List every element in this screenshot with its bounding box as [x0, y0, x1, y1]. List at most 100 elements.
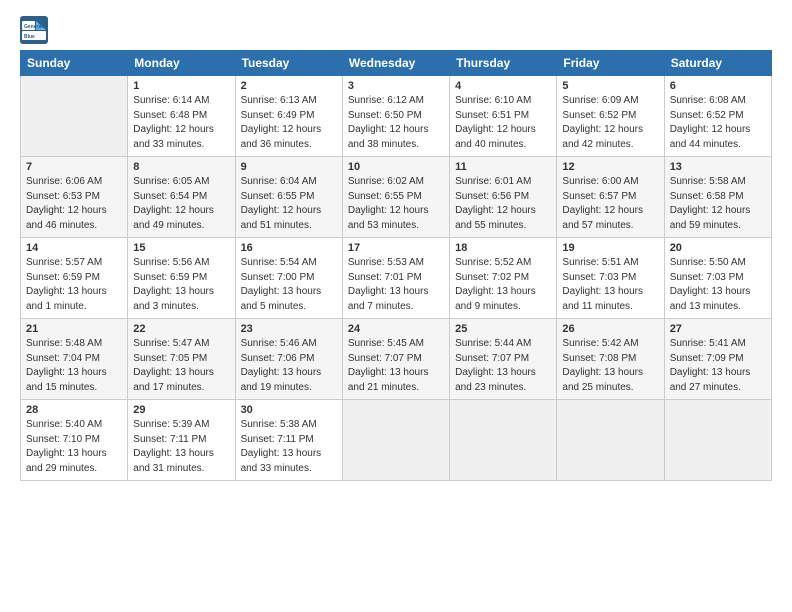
cell-info: Sunrise: 5:38 AM Sunset: 7:11 PM Dayligh… [241, 418, 337, 476]
day-number: 21 [26, 323, 122, 335]
cell-info: Sunrise: 5:52 AM Sunset: 7:02 PM Dayligh… [455, 256, 551, 314]
table-row: 27Sunrise: 5:41 AM Sunset: 7:09 PM Dayli… [664, 319, 771, 400]
day-number: 5 [562, 80, 658, 92]
cell-info: Sunrise: 6:08 AM Sunset: 6:52 PM Dayligh… [670, 94, 766, 152]
day-number: 19 [562, 242, 658, 254]
cell-info: Sunrise: 5:54 AM Sunset: 7:00 PM Dayligh… [241, 256, 337, 314]
cell-info: Sunrise: 5:51 AM Sunset: 7:03 PM Dayligh… [562, 256, 658, 314]
week-row: 21 Sunrise: 5:48 AM Sunset: 7:04 PM Dayli… [21, 319, 772, 400]
cell-info: Sunrise: 5:46 AM Sunset: 7:06 PM Dayligh… [241, 337, 337, 395]
table-row: 20 Sunrise: 5:50 AM Sunset: 7:03 PM Dayli… [664, 238, 771, 319]
cell-info: Sunrise: 5:45 AM Sunset: 7:07 PM Dayligh… [348, 337, 444, 395]
cell-info: Sunrise: 6:09 AM Sunset: 6:52 PM Dayligh… [562, 94, 658, 152]
table-row: 6 Sunrise: 6:08 AM Sunset: 6:52 PM Daylig… [664, 76, 771, 157]
col-header-monday: Monday [128, 51, 235, 76]
day-number: 28 [26, 404, 122, 416]
table-row: 23 Sunrise: 5:46 AM Sunset: 7:06 PM Dayli… [235, 319, 342, 400]
cell-info: Sunrise: 6:02 AM Sunset: 6:55 PM Dayligh… [348, 175, 444, 233]
day-number: 27 [670, 323, 766, 335]
page: General Blue SundayMondayTuesdayWednesda… [0, 0, 792, 491]
week-row: 7 Sunrise: 6:06 AM Sunset: 6:53 PM Daylig… [21, 157, 772, 238]
logo-icon: General Blue [20, 16, 48, 44]
table-row: 24 Sunrise: 5:45 AM Sunset: 7:07 PM Dayli… [342, 319, 449, 400]
day-number: 3 [348, 80, 444, 92]
week-row: 1 Sunrise: 6:14 AM Sunset: 6:48 PM Daylig… [21, 76, 772, 157]
day-number: 12 [562, 161, 658, 173]
col-header-tuesday: Tuesday [235, 51, 342, 76]
table-row: 9Sunrise: 6:04 AM Sunset: 6:55 PM Daylig… [235, 157, 342, 238]
cell-info: Sunrise: 5:56 AM Sunset: 6:59 PM Dayligh… [133, 256, 229, 314]
table-row: 13Sunrise: 5:58 AM Sunset: 6:58 PM Dayli… [664, 157, 771, 238]
cell-info: Sunrise: 6:01 AM Sunset: 6:56 PM Dayligh… [455, 175, 551, 233]
col-header-friday: Friday [557, 51, 664, 76]
day-number: 14 [26, 242, 122, 254]
table-row: 4 Sunrise: 6:10 AM Sunset: 6:51 PM Daylig… [450, 76, 557, 157]
table-row: 11Sunrise: 6:01 AM Sunset: 6:56 PM Dayli… [450, 157, 557, 238]
day-number: 26 [562, 323, 658, 335]
col-header-thursday: Thursday [450, 51, 557, 76]
day-number: 10 [348, 161, 444, 173]
day-number: 22 [133, 323, 229, 335]
header: General Blue [20, 16, 772, 44]
day-number: 1 [133, 80, 229, 92]
cell-info: Sunrise: 6:00 AM Sunset: 6:57 PM Dayligh… [562, 175, 658, 233]
table-row: 28 Sunrise: 5:40 AM Sunset: 7:10 PM Dayli… [21, 400, 128, 481]
table-row [21, 76, 128, 157]
table-row: 16 Sunrise: 5:54 AM Sunset: 7:00 PM Dayli… [235, 238, 342, 319]
week-row: 28 Sunrise: 5:40 AM Sunset: 7:10 PM Dayli… [21, 400, 772, 481]
table-row: 30Sunrise: 5:38 AM Sunset: 7:11 PM Dayli… [235, 400, 342, 481]
day-number: 15 [133, 242, 229, 254]
table-row: 19 Sunrise: 5:51 AM Sunset: 7:03 PM Dayli… [557, 238, 664, 319]
day-number: 4 [455, 80, 551, 92]
day-number: 7 [26, 161, 122, 173]
table-row [450, 400, 557, 481]
table-row [342, 400, 449, 481]
table-row: 18 Sunrise: 5:52 AM Sunset: 7:02 PM Dayli… [450, 238, 557, 319]
table-row: 21 Sunrise: 5:48 AM Sunset: 7:04 PM Dayli… [21, 319, 128, 400]
day-number: 18 [455, 242, 551, 254]
cell-info: Sunrise: 5:39 AM Sunset: 7:11 PM Dayligh… [133, 418, 229, 476]
col-header-sunday: Sunday [21, 51, 128, 76]
day-number: 20 [670, 242, 766, 254]
day-number: 23 [241, 323, 337, 335]
cell-info: Sunrise: 5:44 AM Sunset: 7:07 PM Dayligh… [455, 337, 551, 395]
table-row: 8 Sunrise: 6:05 AM Sunset: 6:54 PM Daylig… [128, 157, 235, 238]
cell-info: Sunrise: 6:13 AM Sunset: 6:49 PM Dayligh… [241, 94, 337, 152]
day-number: 29 [133, 404, 229, 416]
day-number: 17 [348, 242, 444, 254]
logo: General Blue [20, 16, 52, 44]
day-number: 6 [670, 80, 766, 92]
cell-info: Sunrise: 5:40 AM Sunset: 7:10 PM Dayligh… [26, 418, 122, 476]
table-row: 25 Sunrise: 5:44 AM Sunset: 7:07 PM Dayli… [450, 319, 557, 400]
table-row [664, 400, 771, 481]
cell-info: Sunrise: 5:47 AM Sunset: 7:05 PM Dayligh… [133, 337, 229, 395]
col-header-wednesday: Wednesday [342, 51, 449, 76]
table-row: 2 Sunrise: 6:13 AM Sunset: 6:49 PM Daylig… [235, 76, 342, 157]
day-number: 8 [133, 161, 229, 173]
cell-info: Sunrise: 5:53 AM Sunset: 7:01 PM Dayligh… [348, 256, 444, 314]
table-row: 17 Sunrise: 5:53 AM Sunset: 7:01 PM Dayli… [342, 238, 449, 319]
cell-info: Sunrise: 6:06 AM Sunset: 6:53 PM Dayligh… [26, 175, 122, 233]
table-row: 10 Sunrise: 6:02 AM Sunset: 6:55 PM Dayli… [342, 157, 449, 238]
day-number: 13 [670, 161, 766, 173]
cell-info: Sunrise: 6:05 AM Sunset: 6:54 PM Dayligh… [133, 175, 229, 233]
day-number: 25 [455, 323, 551, 335]
day-number: 9 [241, 161, 337, 173]
cell-info: Sunrise: 5:48 AM Sunset: 7:04 PM Dayligh… [26, 337, 122, 395]
cell-info: Sunrise: 5:57 AM Sunset: 6:59 PM Dayligh… [26, 256, 122, 314]
table-row: 15 Sunrise: 5:56 AM Sunset: 6:59 PM Dayli… [128, 238, 235, 319]
day-number: 24 [348, 323, 444, 335]
cell-info: Sunrise: 5:50 AM Sunset: 7:03 PM Dayligh… [670, 256, 766, 314]
table-row: 12 Sunrise: 6:00 AM Sunset: 6:57 PM Dayli… [557, 157, 664, 238]
day-number: 2 [241, 80, 337, 92]
cell-info: Sunrise: 6:10 AM Sunset: 6:51 PM Dayligh… [455, 94, 551, 152]
week-row: 14 Sunrise: 5:57 AM Sunset: 6:59 PM Dayli… [21, 238, 772, 319]
table-row: 22 Sunrise: 5:47 AM Sunset: 7:05 PM Dayli… [128, 319, 235, 400]
table-row: 5 Sunrise: 6:09 AM Sunset: 6:52 PM Daylig… [557, 76, 664, 157]
day-number: 16 [241, 242, 337, 254]
cell-info: Sunrise: 5:42 AM Sunset: 7:08 PM Dayligh… [562, 337, 658, 395]
cell-info: Sunrise: 6:14 AM Sunset: 6:48 PM Dayligh… [133, 94, 229, 152]
table-row: 14 Sunrise: 5:57 AM Sunset: 6:59 PM Dayli… [21, 238, 128, 319]
calendar-table: SundayMondayTuesdayWednesdayThursdayFrid… [20, 50, 772, 481]
svg-text:General: General [24, 24, 43, 30]
